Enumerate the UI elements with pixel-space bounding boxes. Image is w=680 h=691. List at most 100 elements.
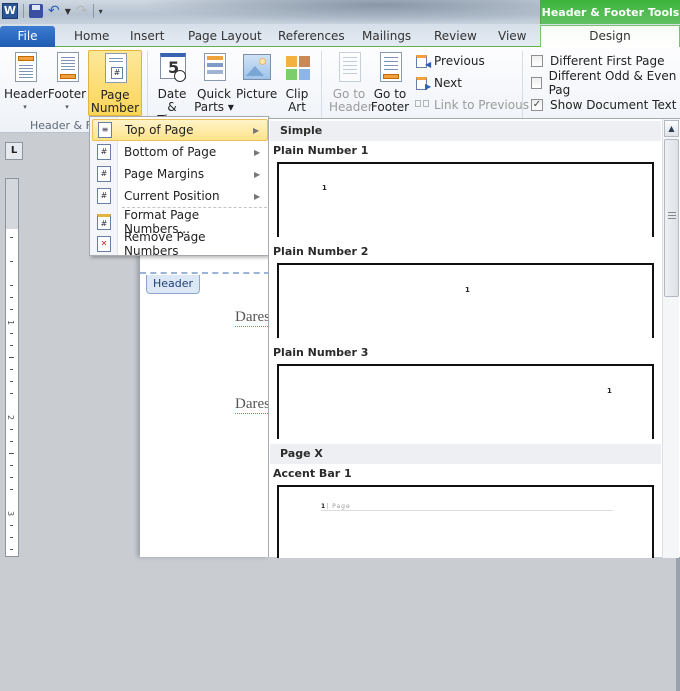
undo-icon[interactable]: ↶ bbox=[48, 4, 60, 18]
tab-home[interactable]: Home bbox=[74, 26, 109, 47]
menu-item-current-position[interactable]: # Current Position ▶ bbox=[92, 185, 268, 207]
menu-item-label: Remove Page Numbers bbox=[124, 230, 206, 258]
checkbox-label: Different Odd & Even Pag bbox=[548, 69, 677, 97]
clip-art-icon bbox=[282, 52, 312, 84]
menu-item-label: Current Position bbox=[124, 189, 220, 203]
gallery-item-name: Accent Bar 1 bbox=[273, 467, 352, 480]
grip-icon bbox=[668, 212, 676, 219]
tab-page-layout[interactable]: Page Layout bbox=[188, 26, 262, 47]
go-to-footer-button[interactable]: Go to Footer bbox=[370, 50, 410, 116]
clip-art-label-line2: Art bbox=[288, 100, 306, 114]
checkbox-box[interactable] bbox=[531, 77, 542, 89]
header-boundary-line bbox=[140, 272, 270, 274]
quick-parts-icon bbox=[199, 52, 229, 84]
page-number-preview: 1 bbox=[465, 286, 470, 294]
next-button[interactable]: ▶ Next bbox=[415, 73, 462, 93]
header-icon bbox=[10, 52, 40, 84]
page-number-preview: 1 bbox=[607, 387, 612, 395]
page-margins-icon: # bbox=[97, 166, 111, 182]
gallery-scrollbar[interactable]: ▲ bbox=[662, 119, 679, 558]
page-number-preview: 1 bbox=[322, 184, 327, 192]
submenu-arrow-icon: ▶ bbox=[254, 191, 261, 201]
checkbox-label: Different First Page bbox=[550, 54, 665, 68]
header-button-label: Header bbox=[4, 87, 48, 101]
tab-view[interactable]: View bbox=[498, 26, 526, 47]
menu-item-bottom-of-page[interactable]: # Bottom of Page ▶ bbox=[92, 141, 268, 163]
gallery-item-plain-number-2[interactable]: 1 bbox=[277, 263, 654, 338]
document-text-line[interactable]: Dares bbox=[235, 309, 270, 327]
submenu-arrow-icon: ▶ bbox=[253, 125, 260, 135]
different-first-page-checkbox[interactable]: Different First Page bbox=[531, 51, 665, 71]
gallery-item-name: Plain Number 1 bbox=[273, 144, 369, 157]
redo-icon[interactable]: ↷ bbox=[76, 4, 88, 18]
picture-icon bbox=[241, 52, 271, 84]
footer-button[interactable]: Footer ▾ bbox=[47, 50, 87, 116]
footer-icon bbox=[52, 52, 82, 84]
previous-label: Previous bbox=[434, 54, 485, 68]
page-number-button[interactable]: # Page Number ▾ bbox=[88, 50, 142, 128]
ruler-number: 2 bbox=[6, 414, 16, 421]
bottom-of-page-icon: # bbox=[97, 144, 111, 160]
tab-insert[interactable]: Insert bbox=[130, 26, 164, 47]
top-of-page-icon: ≡ bbox=[98, 122, 112, 138]
gallery-item-accent-bar-1[interactable]: 1| Page bbox=[277, 485, 654, 558]
save-icon[interactable] bbox=[29, 4, 43, 18]
go-to-footer-icon bbox=[375, 52, 405, 84]
checkbox-checked-box[interactable]: ✓ bbox=[531, 99, 543, 111]
previous-section-icon: ◀ bbox=[415, 54, 431, 69]
tab-design[interactable]: Design bbox=[540, 25, 680, 48]
go-to-header-button[interactable]: Go to Header bbox=[329, 50, 373, 116]
tab-selector-button[interactable]: L bbox=[5, 142, 23, 160]
ribbon-tabs: File Home Insert Page Layout References … bbox=[0, 24, 680, 48]
page-word-preview: | Page bbox=[326, 503, 351, 510]
calendar-clock-icon: 5 bbox=[157, 52, 187, 84]
menu-item-label: Bottom of Page bbox=[124, 145, 217, 159]
link-to-previous-button[interactable]: Link to Previous bbox=[415, 95, 529, 115]
accent-bar-preview: 1| Page bbox=[321, 503, 613, 511]
quick-parts-button[interactable]: Quick Parts ▾ bbox=[194, 50, 234, 116]
show-document-text-checkbox[interactable]: ✓ Show Document Text bbox=[531, 95, 676, 115]
header-tag: Header bbox=[146, 275, 201, 294]
checkbox-box[interactable] bbox=[531, 55, 543, 67]
chevron-down-icon: ▾ bbox=[65, 103, 69, 111]
group-separator bbox=[522, 51, 523, 127]
tab-references[interactable]: References bbox=[278, 26, 345, 47]
gallery-category-header: Page X bbox=[270, 444, 661, 464]
current-position-icon: # bbox=[97, 188, 111, 204]
go-to-footer-label-line2: Footer bbox=[370, 100, 410, 114]
gallery-category-header: Simple bbox=[270, 121, 661, 141]
clip-art-button[interactable]: Clip Art bbox=[280, 50, 314, 116]
date-time-button[interactable]: 5 Date & Time bbox=[152, 50, 192, 127]
page-number-gallery: Simple Plain Number 1 1 Plain Number 2 1… bbox=[268, 118, 680, 558]
group-separator bbox=[321, 51, 322, 127]
picture-button[interactable]: Picture bbox=[236, 50, 277, 116]
quick-access-toolbar: W ↶ ▼ ↷ ▾ bbox=[2, 3, 103, 19]
scroll-up-button[interactable]: ▲ bbox=[664, 120, 679, 137]
go-to-header-icon bbox=[334, 52, 364, 84]
menu-item-page-margins[interactable]: # Page Margins ▶ bbox=[92, 163, 268, 185]
next-section-icon: ▶ bbox=[415, 76, 431, 91]
document-text-line[interactable]: Dares bbox=[235, 396, 270, 414]
link-icon bbox=[415, 98, 430, 113]
undo-dropdown-icon[interactable]: ▼ bbox=[65, 7, 71, 16]
link-to-previous-label: Link to Previous bbox=[434, 98, 529, 112]
gallery-item-plain-number-3[interactable]: 1 bbox=[277, 364, 654, 439]
format-page-numbers-icon: # bbox=[97, 214, 111, 230]
header-button[interactable]: Header ▾ bbox=[4, 50, 48, 116]
gallery-item-plain-number-1[interactable]: 1 bbox=[277, 162, 654, 237]
ruler-number: 1 bbox=[6, 319, 16, 326]
scrollbar-thumb[interactable] bbox=[664, 139, 679, 297]
word-app-icon[interactable]: W bbox=[2, 3, 18, 19]
group-label-header-footer: Header & F bbox=[30, 119, 92, 132]
menu-item-top-of-page[interactable]: ≡ Top of Page ▶ bbox=[92, 119, 268, 141]
go-to-header-label-line2: Header bbox=[329, 100, 373, 114]
page-number-menu: ≡ Top of Page ▶ # Bottom of Page ▶ # Pag… bbox=[89, 116, 269, 258]
tab-review[interactable]: Review bbox=[434, 26, 477, 47]
menu-item-remove-page-numbers[interactable]: ✕ Remove Page Numbers bbox=[92, 230, 268, 258]
customize-qat-icon[interactable]: ▾ bbox=[99, 7, 103, 16]
tab-file[interactable]: File bbox=[0, 26, 55, 47]
previous-button[interactable]: ◀ Previous bbox=[415, 51, 485, 71]
tab-mailings[interactable]: Mailings bbox=[362, 26, 411, 47]
gallery-item-name: Plain Number 2 bbox=[273, 245, 369, 258]
different-odd-even-checkbox[interactable]: Different Odd & Even Pag bbox=[531, 69, 680, 97]
